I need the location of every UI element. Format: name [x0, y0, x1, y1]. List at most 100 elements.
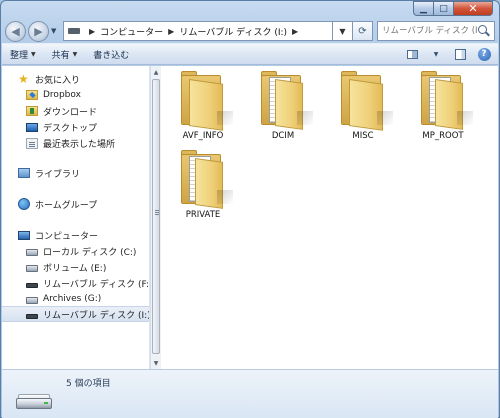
refresh-button[interactable]: ⟳: [353, 21, 373, 41]
hard-drive-icon: [26, 297, 38, 304]
views-icon: [406, 49, 418, 59]
minimize-icon: ▁: [420, 3, 427, 14]
chevron-down-icon: ▼: [31, 50, 36, 58]
folder-name: DCIM: [271, 131, 295, 141]
nav-computer[interactable]: コンピューター: [18, 227, 98, 243]
burn-button[interactable]: 書き込む: [93, 48, 129, 61]
chevron-right-icon[interactable]: ▶: [89, 27, 95, 36]
nav-drive-i[interactable]: リムーバブル ディスク (I:): [2, 306, 149, 322]
folder-item[interactable]: MP_ROOT: [403, 71, 483, 141]
maximize-icon: □: [439, 3, 448, 14]
address-history-dropdown[interactable]: ▼: [333, 21, 353, 41]
homegroup-icon: [18, 198, 30, 210]
folder-icon: [177, 150, 233, 209]
help-button[interactable]: ?: [476, 47, 492, 61]
preview-pane-button[interactable]: [452, 47, 468, 61]
help-icon: ?: [477, 47, 491, 61]
nav-label: デスクトップ: [43, 123, 98, 134]
folder-icon: [417, 71, 473, 130]
breadcrumb-computer[interactable]: コンピューター: [100, 25, 163, 38]
command-bar: 整理 ▼ 共有 ▼ 書き込む ▼ ?: [2, 43, 498, 65]
nav-label: リムーバブル ディスク (F:): [43, 279, 150, 290]
nav-drive-f[interactable]: リムーバブル ディスク (F:): [26, 275, 150, 291]
nav-libraries[interactable]: ライブラリ: [18, 165, 80, 181]
folder-item[interactable]: DCIM: [243, 71, 323, 141]
explorer-window: ▁ □ ✕ ◀ ▶ ▼ ▶ コンピューター ▶ リムーバブル ディスク (I:)…: [0, 0, 500, 418]
nav-label: 最近表示した場所: [43, 139, 116, 150]
address-row: ◀ ▶ ▼ ▶ コンピューター ▶ リムーバブル ディスク (I:) ▶ ▼ ⟳: [5, 19, 495, 43]
navigation-pane: ★ お気に入り Dropbox ダウンロード デスクトップ 最近表示した場所 ラ…: [2, 66, 150, 369]
minimize-button[interactable]: ▁: [413, 1, 433, 16]
close-icon: ✕: [468, 2, 478, 15]
back-arrow-icon: ◀: [11, 24, 20, 38]
details-pane: 5 個の項目: [2, 369, 498, 418]
folder-item[interactable]: PRIVATE: [163, 150, 243, 220]
folder-icon: [177, 71, 233, 131]
view-options-dropdown[interactable]: ▼: [428, 47, 444, 61]
nav-favorites[interactable]: ★ お気に入り: [18, 71, 80, 87]
nav-label: コンピューター: [35, 231, 99, 242]
chevron-right-icon[interactable]: ▶: [292, 27, 298, 36]
nav-label: ホームグループ: [35, 200, 98, 211]
nav-label: お気に入り: [35, 75, 81, 86]
scroll-up-icon[interactable]: ▲: [151, 66, 161, 78]
folder-item[interactable]: AVF_INFO: [163, 71, 243, 141]
nav-label: ローカル ディスク (C:): [43, 247, 137, 258]
preview-pane-icon: [454, 48, 466, 60]
nav-drive-g[interactable]: Archives (G:): [26, 291, 101, 307]
removable-drive-icon: [26, 313, 38, 319]
share-button[interactable]: 共有 ▼: [52, 48, 78, 61]
chevron-down-icon: ▼: [433, 50, 439, 58]
forward-button[interactable]: ▶: [28, 20, 49, 42]
star-icon: ★: [18, 72, 29, 86]
nav-label: ダウンロード: [43, 107, 98, 118]
folder-item[interactable]: MISC: [323, 71, 403, 141]
folder-icon: [257, 71, 313, 130]
nav-label: Dropbox: [43, 90, 81, 100]
nav-recent-places[interactable]: 最近表示した場所: [26, 135, 115, 151]
scrollbar-thumb[interactable]: [152, 79, 160, 354]
folder-name: MP_ROOT: [422, 131, 464, 141]
change-view-button[interactable]: [404, 47, 420, 61]
organize-button[interactable]: 整理 ▼: [10, 48, 36, 61]
caption-buttons: ▁ □ ✕: [413, 1, 493, 16]
nav-drive-c[interactable]: ローカル ディスク (C:): [26, 243, 136, 259]
scroll-down-icon[interactable]: ▼: [151, 357, 161, 369]
drive-icon: [68, 28, 80, 34]
chevron-right-icon[interactable]: ▶: [168, 27, 174, 36]
dropbox-folder-icon: [26, 90, 38, 100]
burn-label: 書き込む: [93, 50, 130, 61]
organize-label: 整理: [10, 50, 29, 61]
library-icon: [18, 168, 30, 178]
nav-homegroup[interactable]: ホームグループ: [18, 196, 97, 212]
forward-arrow-icon: ▶: [34, 24, 43, 38]
recent-places-icon: [26, 137, 38, 149]
search-icon[interactable]: [478, 25, 490, 37]
computer-icon: [18, 230, 30, 240]
address-bar[interactable]: ▶ コンピューター ▶ リムーバブル ディスク (I:) ▶: [63, 21, 333, 41]
nav-dropbox[interactable]: Dropbox: [26, 87, 81, 103]
recent-pages-dropdown[interactable]: ▼: [51, 27, 59, 35]
nav-label: ボリューム (E:): [43, 263, 107, 274]
desktop-icon: [26, 122, 38, 132]
maximize-button[interactable]: □: [433, 1, 453, 16]
back-button[interactable]: ◀: [5, 20, 26, 42]
hard-drive-icon: [26, 265, 38, 272]
nav-downloads[interactable]: ダウンロード: [26, 103, 97, 119]
nav-label: Archives (G:): [43, 294, 102, 304]
nav-drive-e[interactable]: ボリューム (E:): [26, 259, 106, 275]
search-input[interactable]: [382, 26, 478, 36]
hard-drive-icon: [26, 249, 38, 256]
file-list: AVF_INFO DCIM MISC MP_ROOT PRIVATE: [161, 66, 498, 369]
item-count: 5 個の項目: [66, 379, 111, 389]
nav-desktop[interactable]: デスクトップ: [26, 119, 97, 135]
toolbar-right: ▼ ?: [396, 47, 498, 61]
removable-drive-icon: [16, 390, 52, 412]
search-box[interactable]: [377, 21, 495, 41]
breadcrumb-drive[interactable]: リムーバブル ディスク (I:): [179, 25, 287, 38]
navigation-scrollbar[interactable]: ▲ ▼: [150, 66, 161, 369]
close-button[interactable]: ✕: [453, 1, 493, 16]
refresh-icon: ⟳: [358, 25, 367, 37]
folder-name: PRIVATE: [185, 210, 221, 220]
nav-label: ライブラリ: [35, 169, 81, 180]
